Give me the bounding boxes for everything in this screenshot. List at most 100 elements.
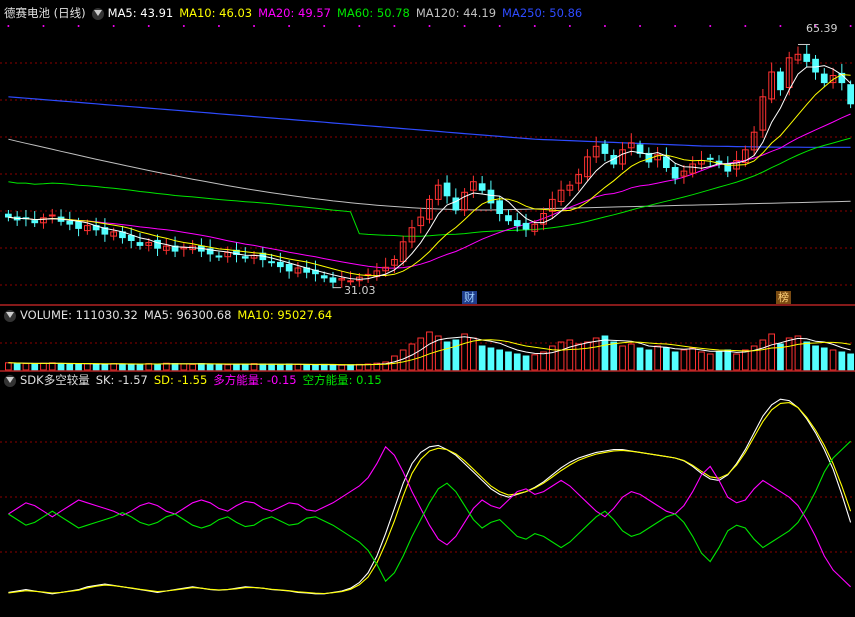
volume-bar [645,349,653,371]
candle-body [847,84,854,105]
volume-bar [5,362,12,371]
top-dot [288,25,291,27]
candle-body [777,71,784,91]
candle-body [706,157,714,160]
candle-body [478,183,486,191]
volume-bar [57,363,65,371]
ma60-label: MA60: 50.78 [336,6,410,20]
candle-body [31,220,39,224]
top-dot [709,25,712,27]
volume-bar [206,363,214,371]
volume-bar [40,362,47,371]
volume-bar [829,349,837,371]
top-dot [674,25,677,27]
dropdown-icon[interactable] [4,309,16,322]
volume-bar [338,364,346,371]
volume-header: VOLUME: 111030.32 MA5: 96300.68 MA10: 9502… [4,308,338,322]
ma250-path [8,96,851,148]
volume-bar [689,347,696,371]
candle-body [513,220,521,227]
high-price-label: 65.39 [806,22,838,35]
ma250-label: MA250: 50.86 [502,6,583,20]
volume-bar [329,364,337,371]
volume-bar [303,364,310,371]
volume-bar [127,363,135,371]
volume-bar [75,363,82,371]
top-dot [498,25,501,27]
volume-bar [698,351,705,371]
event-bang-badge[interactable]: 榜 [776,291,791,304]
volume-bar [285,363,293,371]
volume-bar [268,363,275,371]
ma10-label: MA10: 46.03 [179,6,253,20]
price-markers [7,25,852,289]
volume-bar [531,354,539,371]
volume-bar [84,363,91,371]
volume-bar [259,363,267,371]
top-dot [639,25,642,27]
volume-bar [233,363,240,371]
volume-bar [66,363,74,371]
volume-bar [584,341,591,371]
ma5-path [8,65,851,280]
stock-name[interactable]: 德赛电池 (日线) [4,6,86,20]
volume-bar [663,347,670,371]
top-dot [533,25,536,27]
volume-bar [566,339,574,371]
volume-ma5-path [8,336,851,366]
volume-bar [215,363,223,371]
volume-bar [522,355,530,371]
candle-body [241,256,249,259]
volume-bar [794,335,802,371]
sdk-series-3 [8,445,851,588]
top-dot [182,25,185,27]
ma5-label: MA5: 43.91 [107,6,174,20]
volume-bar [443,341,451,371]
volume-bar [347,364,354,371]
candle-body [277,261,284,268]
volume-bar [136,363,144,371]
top-dot [428,25,431,27]
volume-bar [452,339,460,371]
event-cai-badge[interactable]: 财 [462,291,477,304]
volume-bar [426,331,433,371]
sdk-series-2 [8,402,852,595]
top-dot [744,25,747,27]
candle-body [285,264,293,272]
top-dot [7,25,10,27]
volume-bar [154,363,161,371]
volume-bar [838,351,846,371]
volume-bar [189,363,197,371]
volume-bar [812,345,819,371]
top-dot [463,25,466,27]
ma5-line [8,65,851,280]
volume-bar [277,364,284,371]
volume-bar [733,353,740,371]
top-dot [112,25,115,27]
top-dot [849,25,852,27]
sdk-series-1 [8,398,852,595]
volume-bar [22,363,30,371]
top-dot [77,25,80,27]
vol-ma5-label: MA5: 96300.68 [143,308,232,322]
top-dot [147,25,150,27]
volume-bar [180,363,188,371]
top-dot [779,25,782,27]
ma10-path [8,73,851,277]
volume-bar [759,339,767,371]
long-energy-label: 多方能量: -0.15 [213,373,297,387]
candle-body [601,143,609,154]
volume-bar [241,363,249,371]
volume-bar [198,363,205,371]
dropdown-icon[interactable] [4,374,16,387]
candle-body [522,222,530,230]
candle-body [803,53,811,62]
vol-ma10-label: MA10: 95027.64 [237,308,333,322]
candle-body [347,280,354,283]
volume-bar [461,333,468,371]
volume-bars [5,331,854,371]
sk-label: SK: -1.57 [95,373,148,387]
candle-body [505,215,512,222]
ma20-label: MA20: 49.57 [258,6,331,20]
dropdown-icon[interactable] [91,7,104,20]
